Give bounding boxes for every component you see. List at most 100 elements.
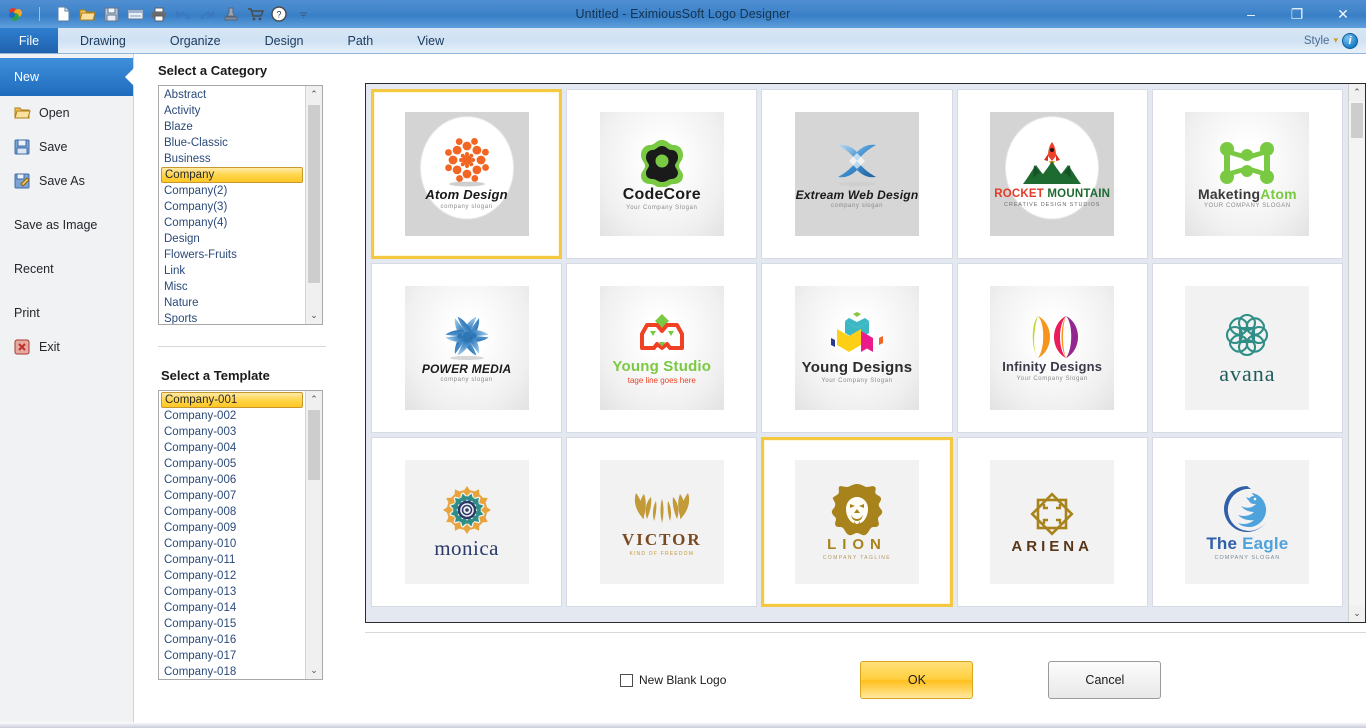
print-icon[interactable] (148, 3, 170, 25)
quick-access-toolbar[interactable]: ? (0, 0, 314, 28)
sidebar-item-save-as-image[interactable]: Save as Image (0, 208, 133, 242)
template-list-item[interactable]: Company-007 (161, 488, 305, 504)
template-list-item-selected[interactable]: Company-001 (161, 392, 303, 408)
category-listbox[interactable]: Abstract Activity Blaze Blue-Classic Busines… (158, 85, 323, 325)
template-list-item[interactable]: Company-006 (161, 472, 305, 488)
gallery-item[interactable]: Young Studio tage line goes here (566, 263, 758, 433)
scroll-down-icon[interactable]: ⌄ (1349, 605, 1365, 622)
cart-icon[interactable] (244, 3, 266, 25)
template-list-item[interactable]: Company-010 (161, 536, 305, 552)
template-list-item[interactable]: Company-018 (161, 664, 305, 679)
category-list-item[interactable]: Sports (161, 311, 305, 324)
template-list-item[interactable]: Company-003 (161, 424, 305, 440)
template-list-item[interactable]: Company-005 (161, 456, 305, 472)
minimize-button[interactable]: – (1228, 0, 1274, 28)
sidebar-item-recent[interactable]: Recent (0, 252, 133, 286)
scroll-thumb[interactable] (308, 410, 320, 480)
sidebar-item-new[interactable]: New (0, 58, 133, 96)
gallery-item[interactable]: Infinity Designs Your Company Slogan (956, 263, 1148, 433)
template-list-item[interactable]: Company-009 (161, 520, 305, 536)
category-list-item[interactable]: Abstract (161, 87, 305, 103)
sidebar-item-save-as[interactable]: Save As (0, 164, 133, 198)
gallery-item[interactable]: Young Designs Your Company Slogan (761, 263, 953, 433)
gallery-scrollbar[interactable]: ⌃ ⌄ (1348, 84, 1365, 622)
template-list-item[interactable]: Company-016 (161, 632, 305, 648)
category-list-item[interactable]: Company(3) (161, 199, 305, 215)
category-list-item[interactable]: Flowers-Fruits (161, 247, 305, 263)
cancel-button[interactable]: Cancel (1048, 661, 1162, 699)
app-logo-icon[interactable] (4, 3, 26, 25)
chevron-down-icon[interactable]: ▾ (1333, 35, 1338, 46)
template-scrollbar[interactable]: ⌃ ⌄ (305, 391, 322, 679)
sidebar-item-exit[interactable]: Exit (0, 330, 133, 364)
save-icon[interactable] (100, 3, 122, 25)
gallery-item[interactable]: Atom Design company slogan (371, 89, 563, 259)
category-list-item[interactable]: Activity (161, 103, 305, 119)
category-list-item-selected[interactable]: Company (161, 167, 303, 183)
template-list-item[interactable]: Company-002 (161, 408, 305, 424)
tab-drawing[interactable]: Drawing (58, 28, 148, 53)
customize-chevron-icon[interactable] (292, 3, 314, 25)
new-blank-logo-checkbox[interactable]: New Blank Logo (620, 673, 726, 687)
sidebar-item-open[interactable]: Open (0, 96, 133, 130)
category-list-item[interactable]: Blue-Classic (161, 135, 305, 151)
export-image-icon[interactable] (124, 3, 146, 25)
category-list-item[interactable]: Blaze (161, 119, 305, 135)
undo-icon[interactable] (172, 3, 194, 25)
close-button[interactable]: ✕ (1320, 0, 1366, 28)
gallery-item[interactable]: POWER MEDIA company slogan (371, 263, 563, 433)
sidebar-item-print[interactable]: Print (0, 296, 133, 330)
scroll-up-icon[interactable]: ⌃ (306, 86, 322, 103)
template-list-item[interactable]: Company-004 (161, 440, 305, 456)
category-list-item[interactable]: Company(4) (161, 215, 305, 231)
category-list-item[interactable]: Link (161, 263, 305, 279)
window-controls[interactable]: – ❐ ✕ (1228, 0, 1366, 28)
template-gallery[interactable]: Atom Design company slogan CodeCore Your C… (365, 83, 1366, 623)
sidebar-item-save[interactable]: Save (0, 130, 133, 164)
template-list-item[interactable]: Company-011 (161, 552, 305, 568)
maximize-button[interactable]: ❐ (1274, 0, 1320, 28)
tab-path[interactable]: Path (326, 28, 396, 53)
redo-icon[interactable] (196, 3, 218, 25)
stamp-icon[interactable] (220, 3, 242, 25)
template-list-item[interactable]: Company-012 (161, 568, 305, 584)
template-listbox[interactable]: Company-001 Company-002 Company-003 Company… (158, 390, 323, 680)
gallery-item[interactable]: VICTOR KIND OF FREEDOM (566, 437, 758, 607)
info-icon[interactable]: i (1342, 32, 1358, 49)
scroll-up-icon[interactable]: ⌃ (306, 391, 322, 408)
category-list-item[interactable]: Misc (161, 279, 305, 295)
template-list-item[interactable]: Company-014 (161, 600, 305, 616)
tab-view[interactable]: View (395, 28, 466, 53)
gallery-item[interactable]: ARIENA (956, 437, 1148, 607)
category-list-item[interactable]: Company(2) (161, 183, 305, 199)
help-icon[interactable]: ? (268, 3, 290, 25)
gallery-item[interactable]: avana (1151, 263, 1343, 433)
category-list-item[interactable]: Nature (161, 295, 305, 311)
gallery-item[interactable]: Extream Web Design company slogan (761, 89, 953, 259)
scroll-thumb[interactable] (1351, 103, 1363, 138)
tab-file[interactable]: File (0, 28, 58, 53)
template-list-item[interactable]: Company-015 (161, 616, 305, 632)
gallery-item[interactable]: ROCKET MOUNTAIN CREATIVE DESIGN STUDIOS (956, 89, 1148, 259)
scroll-down-icon[interactable]: ⌄ (306, 307, 322, 324)
category-list-item[interactable]: Business (161, 151, 305, 167)
template-list-item[interactable]: Company-013 (161, 584, 305, 600)
category-list-item[interactable]: Design (161, 231, 305, 247)
template-list-item[interactable]: Company-017 (161, 648, 305, 664)
checkbox-box[interactable] (620, 673, 633, 687)
new-file-icon[interactable] (52, 3, 74, 25)
scroll-thumb[interactable] (308, 105, 320, 283)
gallery-item[interactable]: CodeCore Your Company Slogan (566, 89, 758, 259)
category-scrollbar[interactable]: ⌃ ⌄ (305, 86, 322, 324)
scroll-down-icon[interactable]: ⌄ (306, 662, 322, 679)
tab-design[interactable]: Design (243, 28, 326, 53)
gallery-item[interactable]: The Eagle COMPANY SLOGAN (1151, 437, 1343, 607)
open-folder-icon[interactable] (76, 3, 98, 25)
style-dropdown-label[interactable]: Style (1304, 35, 1330, 47)
tab-organize[interactable]: Organize (148, 28, 243, 53)
gallery-item[interactable]: MaketingAtom YOUR COMPANY SLOGAN (1151, 89, 1343, 259)
scroll-up-icon[interactable]: ⌃ (1349, 84, 1365, 101)
ok-button[interactable]: OK (860, 661, 974, 699)
gallery-item[interactable]: monica (371, 437, 563, 607)
gallery-item[interactable]: LION COMPANY TAGLINE (761, 437, 953, 607)
